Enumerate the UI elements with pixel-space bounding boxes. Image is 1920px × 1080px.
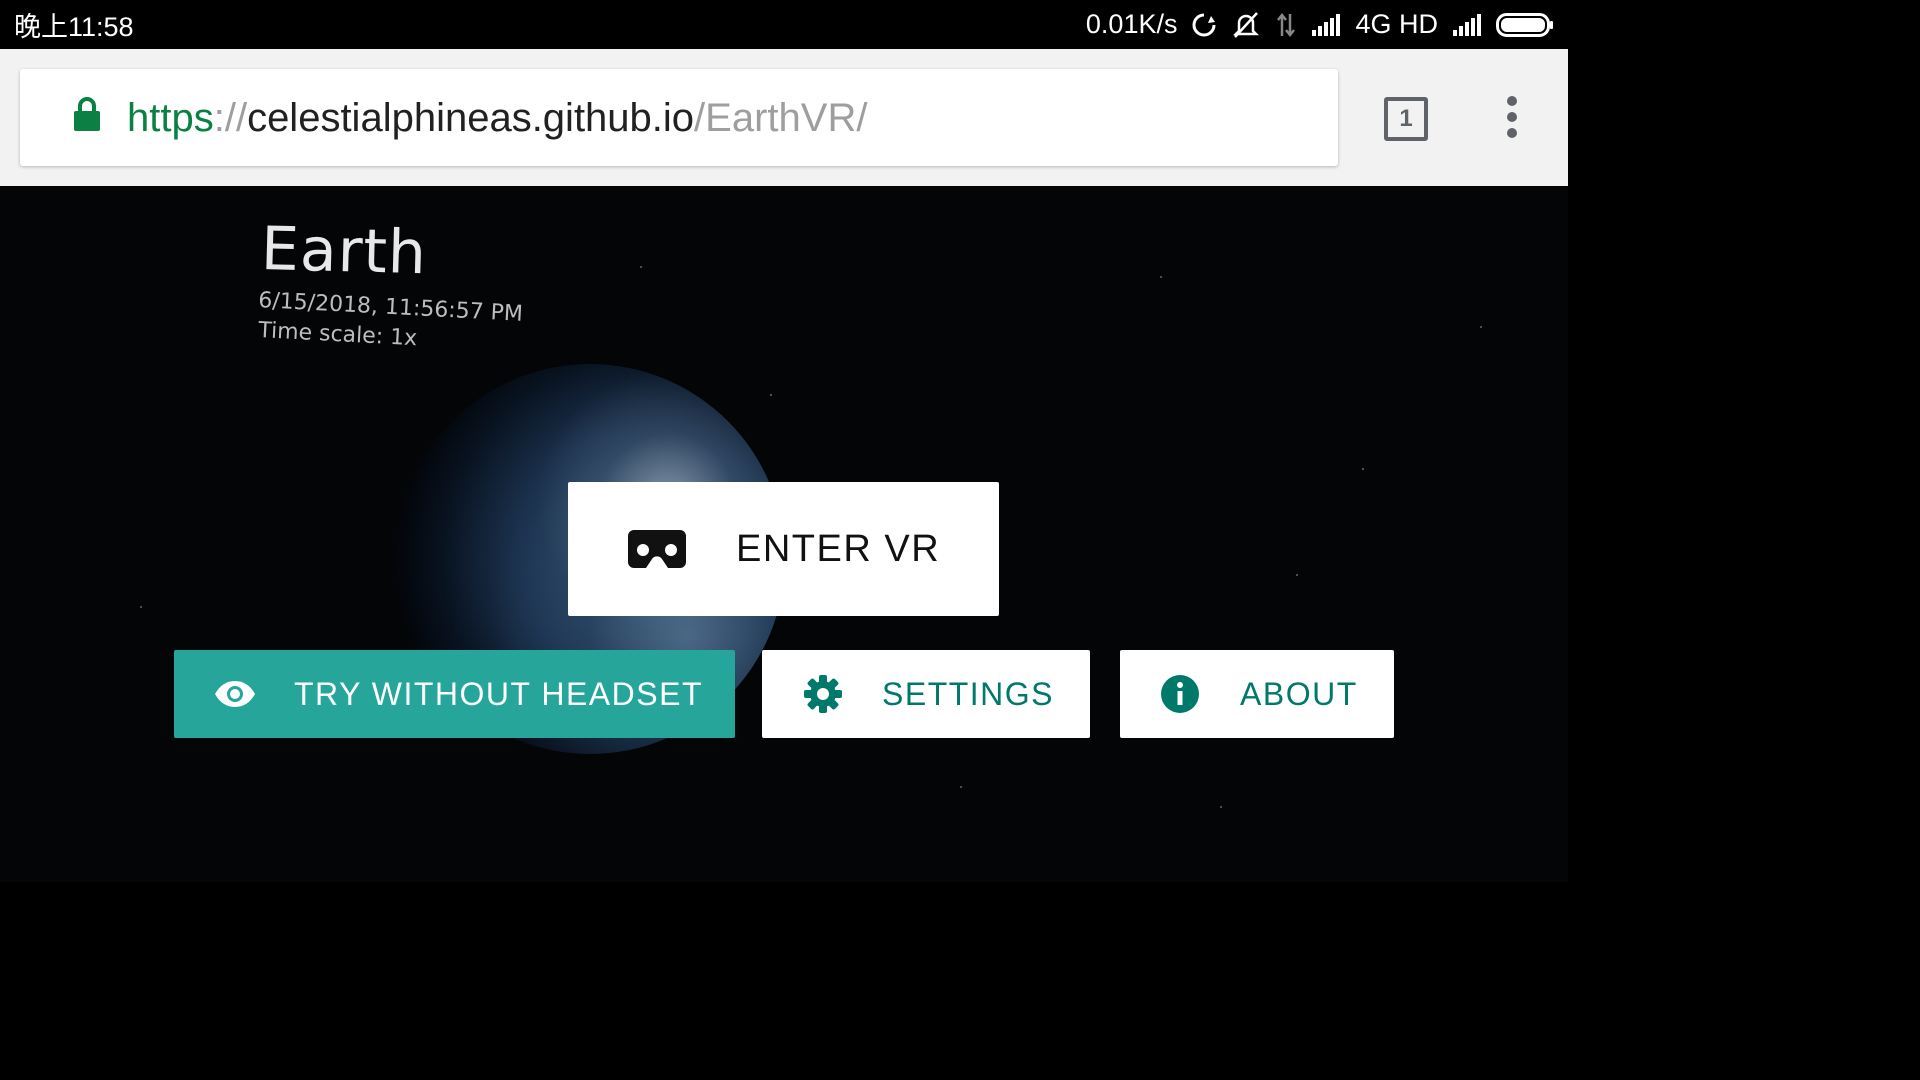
hud-time-scale: Time scale: 1x xyxy=(257,318,418,352)
data-transfer-icon xyxy=(1275,12,1297,38)
battery-icon xyxy=(1496,12,1554,37)
signal-icon-1 xyxy=(1311,13,1341,36)
gear-icon xyxy=(804,675,842,713)
star xyxy=(1220,806,1222,808)
star xyxy=(1362,468,1364,470)
settings-button[interactable]: SETTINGS xyxy=(762,650,1090,738)
about-button[interactable]: ABOUT xyxy=(1120,650,1394,738)
sync-icon xyxy=(1191,12,1217,38)
url-host: celestialphineas.github.io xyxy=(247,96,695,140)
star xyxy=(640,266,642,268)
try-without-headset-button[interactable]: TRY WITHOUT HEADSET xyxy=(174,650,735,738)
silent-bell-icon xyxy=(1231,11,1261,39)
status-net-speed: 0.01K/s xyxy=(1085,9,1178,39)
star xyxy=(1296,574,1298,576)
enter-vr-button[interactable]: ENTER VR xyxy=(568,482,999,616)
url-path: /EarthVR/ xyxy=(694,96,868,140)
star xyxy=(140,606,142,608)
url-scheme: https xyxy=(127,96,214,140)
status-network: 4G HD xyxy=(1355,9,1438,39)
url-separator: :// xyxy=(213,96,248,140)
enter-vr-label: ENTER VR xyxy=(736,527,941,570)
eye-icon xyxy=(214,680,256,708)
star xyxy=(1480,326,1482,328)
status-bar: 晚上11:58 0.01K/s 4G HD xyxy=(0,0,1568,49)
info-icon xyxy=(1160,674,1200,714)
star xyxy=(1160,276,1162,278)
url-text[interactable]: https://celestialphineas.github.io/Earth… xyxy=(127,96,867,140)
signal-icon-2 xyxy=(1452,13,1482,36)
vr-scene[interactable]: Earth 6/15/2018, 11:56:57 PM Time scale:… xyxy=(0,186,1568,882)
try-without-headset-label: TRY WITHOUT HEADSET xyxy=(294,675,703,712)
cardboard-icon xyxy=(628,530,686,568)
about-label: ABOUT xyxy=(1240,675,1358,712)
status-time: 晚上11:58 xyxy=(14,12,134,42)
overflow-menu-icon[interactable] xyxy=(1497,95,1527,139)
hud-title: Earth xyxy=(260,214,428,289)
url-bar[interactable]: https://celestialphineas.github.io/Earth… xyxy=(20,69,1338,166)
tab-count: 1 xyxy=(1399,105,1413,132)
tab-switcher-button[interactable]: 1 xyxy=(1384,97,1428,141)
settings-label: SETTINGS xyxy=(882,675,1055,712)
browser-toolbar: https://celestialphineas.github.io/Earth… xyxy=(0,49,1568,186)
star xyxy=(960,786,962,788)
lock-icon xyxy=(72,97,102,138)
star xyxy=(770,394,772,396)
